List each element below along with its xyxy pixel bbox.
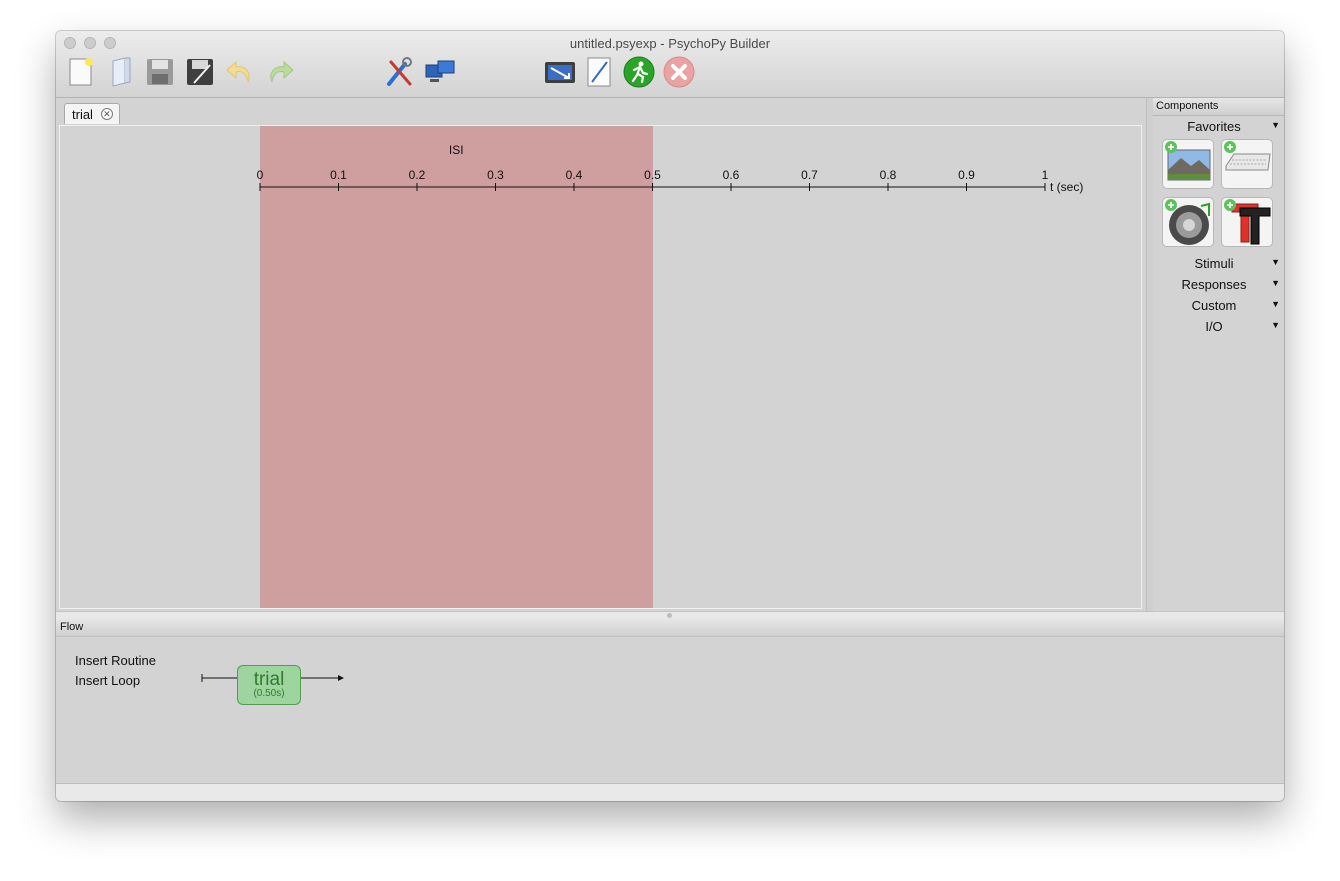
speaker-icon	[1165, 199, 1210, 245]
new-file-icon	[69, 58, 93, 86]
dropdown-arrow-icon: ▼	[1271, 120, 1280, 130]
category-io[interactable]: I/O ▼	[1153, 319, 1284, 339]
close-tab-icon[interactable]: ✕	[100, 108, 113, 120]
script-pencil-icon	[587, 57, 611, 87]
settings-monitor-icon	[545, 62, 575, 83]
flow-panel: Flow Insert Routine Insert Loop trial (0…	[56, 619, 1284, 783]
tools-icon	[387, 57, 412, 86]
keyboard-component-button[interactable]	[1221, 139, 1273, 189]
flow-routine-trial[interactable]: trial (0.50s)	[237, 665, 301, 705]
time-tick-label: 0.3	[487, 168, 504, 182]
routine-duration: (0.50s)	[253, 688, 285, 699]
splitter-grip-icon	[667, 613, 672, 618]
experiment-settings-button[interactable]	[543, 55, 577, 89]
titlebar: untitled.psyexp - PsychoPy Builder	[56, 31, 1284, 98]
category-favorites[interactable]: Favorites ▼	[1153, 119, 1284, 139]
run-man-icon	[623, 56, 655, 88]
category-label: I/O	[1205, 319, 1223, 334]
time-tick-label: 0	[257, 168, 264, 182]
run-button[interactable]	[622, 55, 656, 89]
time-tick-label: 0.1	[330, 168, 347, 182]
category-label: Stimuli	[1194, 256, 1234, 271]
timeline-axis: ISI t (sec) 0 0.1 0.2 0.3 0.4 0.5 0.6 0.7 0.8 0.9…	[257, 143, 1084, 194]
flow-line	[201, 674, 344, 682]
new-file-button[interactable]	[63, 55, 97, 89]
routine-name: trial	[253, 669, 285, 690]
stop-x-icon	[663, 56, 695, 88]
time-unit-label: t (sec)	[1050, 180, 1083, 194]
routine-canvas[interactable]: ISI t (sec) 0 0.1 0.2 0.3 0.4 0.5 0.6 0.7 0.8 0.9…	[59, 125, 1142, 609]
open-folder-icon	[112, 57, 131, 87]
text-component-button[interactable]	[1221, 197, 1273, 247]
time-tick-label: 1	[1042, 168, 1049, 182]
horizontal-splitter[interactable]	[56, 611, 1284, 619]
vertical-splitter[interactable]	[1146, 98, 1153, 611]
time-tick-label: 0.6	[723, 168, 740, 182]
category-label: Custom	[1191, 298, 1237, 313]
flow-end-arrow-icon	[338, 675, 344, 681]
undo-button[interactable]	[223, 55, 257, 89]
category-custom[interactable]: Custom ▼	[1153, 298, 1284, 318]
undo-arrow-icon	[226, 60, 250, 83]
redo-button[interactable]	[263, 55, 297, 89]
dropdown-arrow-icon: ▼	[1271, 278, 1280, 288]
save-button[interactable]	[143, 55, 177, 89]
stop-button[interactable]	[662, 55, 696, 89]
time-tick-label: 0.2	[409, 168, 426, 182]
tab-trial[interactable]: trial ✕	[64, 103, 120, 124]
compile-script-button[interactable]	[582, 55, 616, 89]
category-label: Responses	[1181, 277, 1247, 292]
flow-header: Flow	[56, 619, 1284, 637]
save-disk-icon	[147, 59, 173, 85]
text-T-icon	[1224, 199, 1271, 245]
time-tick-label: 0.5	[644, 168, 661, 182]
routine-editor: trial ✕ ISI t (sec) 0 0.1 0.2 0.3 0.4 0.5 0.6 0…	[56, 98, 1146, 611]
image-icon	[1165, 141, 1211, 181]
monitors-icon	[425, 60, 455, 82]
sound-component-button[interactable]	[1162, 197, 1214, 247]
status-bar	[56, 783, 1284, 801]
open-file-button[interactable]	[104, 55, 138, 89]
monitor-center-button[interactable]	[423, 55, 457, 89]
components-panel: Components Favorites ▼ Stimuli ▼ Respons…	[1153, 98, 1284, 611]
image-component-button[interactable]	[1162, 139, 1214, 189]
keyboard-icon	[1224, 141, 1271, 171]
tab-label: trial	[72, 106, 93, 122]
builder-window: untitled.psyexp - PsychoPy Builder trial…	[56, 31, 1284, 801]
dropdown-arrow-icon: ▼	[1271, 257, 1280, 267]
dropdown-arrow-icon: ▼	[1271, 320, 1280, 330]
window-title: untitled.psyexp - PsychoPy Builder	[569, 36, 771, 51]
time-tick-label: 0.8	[880, 168, 897, 182]
time-tick-label: 0.4	[566, 168, 583, 182]
category-responses[interactable]: Responses ▼	[1153, 277, 1284, 297]
category-label: Favorites	[1187, 119, 1241, 134]
time-tick-label: 0.9	[958, 168, 975, 182]
save-as-button[interactable]	[183, 55, 217, 89]
preferences-button[interactable]	[382, 55, 416, 89]
component-name-isi: ISI	[449, 143, 464, 157]
redo-arrow-icon	[270, 60, 294, 83]
dropdown-arrow-icon: ▼	[1271, 299, 1280, 309]
components-header: Components	[1153, 98, 1284, 116]
category-stimuli[interactable]: Stimuli ▼	[1153, 256, 1284, 276]
save-as-icon	[187, 59, 213, 85]
time-tick-label: 0.7	[801, 168, 818, 182]
